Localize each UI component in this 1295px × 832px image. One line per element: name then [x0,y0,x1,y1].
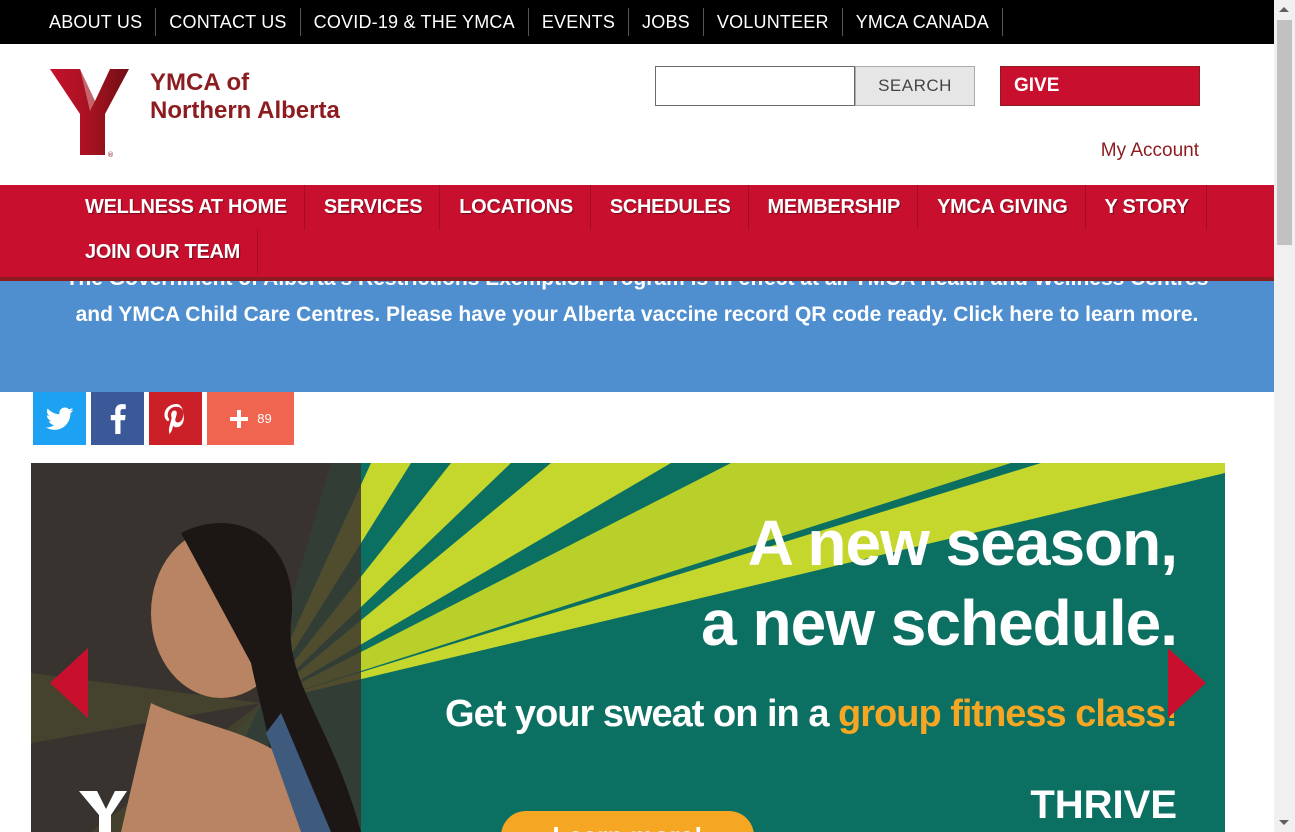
hero-headline: A new season, a new schedule. [701,503,1178,663]
scroll-down-arrow-icon[interactable] [1279,820,1289,825]
search-button[interactable]: SEARCH [855,66,975,106]
pinterest-share-button[interactable] [149,392,202,445]
share-count: 89 [257,411,272,426]
learn-more-button[interactable]: Learn more! [501,811,754,832]
main-nav-item: LOCATIONS [440,185,591,230]
utility-nav-item: YMCA CANADA [843,8,1003,36]
svg-text:®: ® [107,151,114,159]
hero-subheadline: Get your sweat on in a group fitness cla… [445,693,1178,736]
nav-schedules[interactable]: SCHEDULES [610,196,731,219]
utility-nav-item: ABOUT US [36,8,157,36]
utility-link-jobs[interactable]: JOBS [642,12,690,33]
more-share-button[interactable]: 89 [207,392,294,445]
nav-y-story[interactable]: Y STORY [1105,196,1190,219]
main-nav-item: SERVICES [305,185,441,230]
utility-link-volunteer[interactable]: VOLUNTEER [717,12,829,33]
main-nav-item: YMCA GIVING [918,185,1086,230]
main-nav-item: Y STORY [1086,185,1207,230]
page-scrollbar[interactable] [1274,0,1295,832]
utility-nav-item: VOLUNTEER [704,8,843,36]
scroll-up-arrow-icon[interactable] [1279,7,1289,12]
nav-membership[interactable]: MEMBERSHIP [768,196,901,219]
facebook-icon [110,403,126,434]
pinterest-icon [163,403,184,434]
utility-nav: ABOUT US CONTACT US COVID-19 & THE YMCA … [0,0,1274,44]
utility-nav-item: COVID-19 & THE YMCA [301,8,529,36]
logo-line-1: YMCA of [150,69,250,96]
alert-text[interactable]: The Government of Alberta's Restrictions… [50,281,1224,333]
site-header: ® YMCA of Northern Alberta SEARCH GIVE M… [0,44,1274,185]
utility-link-covid[interactable]: COVID-19 & THE YMCA [314,12,515,33]
main-nav: WELLNESS AT HOME SERVICES LOCATIONS SCHE… [0,185,1274,281]
facebook-share-button[interactable] [91,392,144,445]
main-nav-item: SCHEDULES [591,185,749,230]
hero-slider: A new season, a new schedule. Get your s… [31,463,1225,832]
hero-brand-word: THRIVE [1030,783,1177,827]
nav-locations[interactable]: LOCATIONS [459,196,573,219]
hero-headline-line-1: A new season, [747,507,1178,579]
slider-prev-button[interactable] [50,648,90,718]
ymca-logo-icon: ® [50,69,129,159]
chevron-right-icon [1168,648,1206,718]
my-account-link[interactable]: My Account [1101,140,1199,162]
utility-nav-item: EVENTS [529,8,630,36]
give-button[interactable]: GIVE [1000,66,1200,106]
logo-line-2: Northern Alberta [150,97,340,124]
twitter-icon [45,406,74,430]
hero-sub-prefix: Get your sweat on in a [445,693,839,735]
nav-wellness-at-home[interactable]: WELLNESS AT HOME [85,196,287,219]
utility-link-ymca-canada[interactable]: YMCA CANADA [856,12,989,33]
plus-icon [230,409,249,428]
site-logo[interactable]: ® YMCA of Northern Alberta [50,69,340,159]
main-nav-item: JOIN OUR TEAM [66,230,258,275]
main-nav-item: MEMBERSHIP [749,185,919,230]
hero-headline-line-2: a new schedule. [701,587,1178,659]
scroll-thumb[interactable] [1277,20,1292,245]
slider-next-button[interactable] [1166,648,1206,718]
utility-link-contact-us[interactable]: CONTACT US [169,12,286,33]
twitter-share-button[interactable] [33,392,86,445]
covid-alert-banner[interactable]: The Government of Alberta's Restrictions… [0,281,1274,392]
nav-services[interactable]: SERVICES [324,196,423,219]
logo-wordmark: YMCA of Northern Alberta [150,69,390,125]
main-nav-item: WELLNESS AT HOME [66,185,305,230]
chevron-left-icon [50,648,88,718]
nav-ymca-giving[interactable]: YMCA GIVING [937,196,1068,219]
share-bar: 89 [33,392,294,445]
utility-nav-item: CONTACT US [156,8,301,36]
utility-link-about-us[interactable]: ABOUT US [49,12,142,33]
search-input[interactable] [655,66,855,106]
hero-sub-highlight: group fitness class! [838,693,1178,735]
nav-join-our-team[interactable]: JOIN OUR TEAM [85,241,240,264]
utility-nav-item: JOBS [629,8,704,36]
utility-link-events[interactable]: EVENTS [542,12,615,33]
